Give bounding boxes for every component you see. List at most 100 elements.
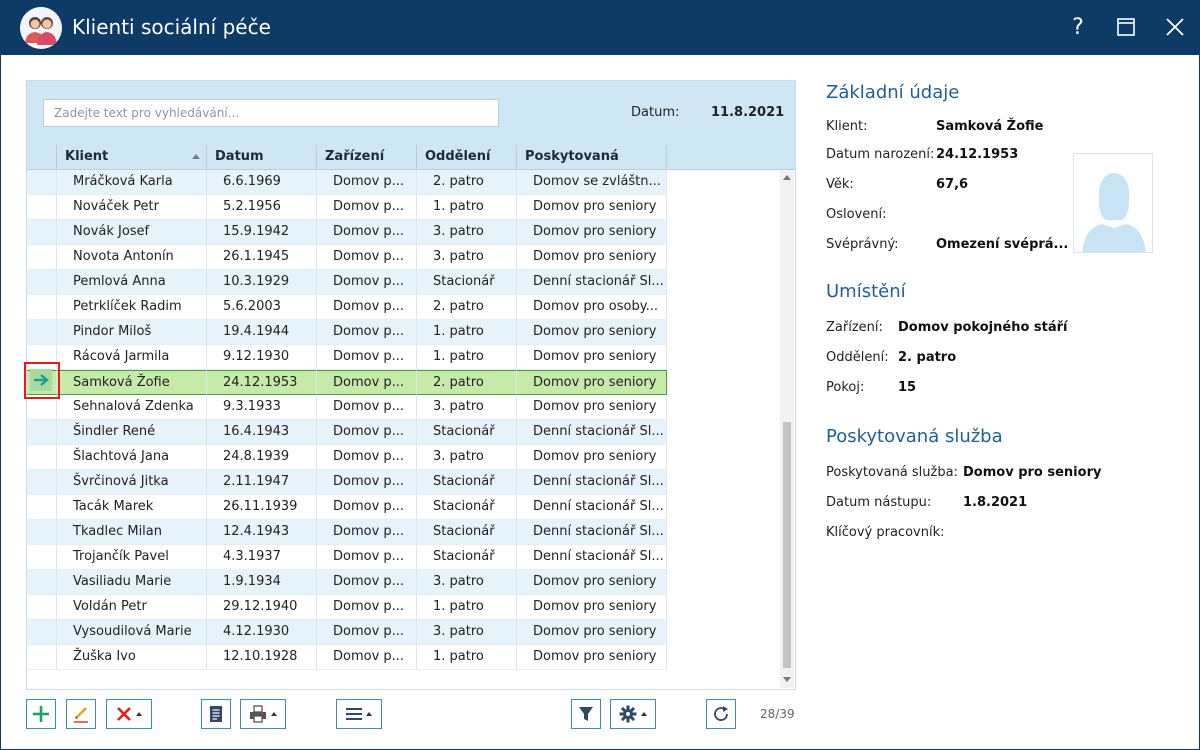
cell-birth-date: 5.2.1956: [207, 195, 317, 220]
row-indicator-cell[interactable]: [27, 320, 57, 345]
refresh-button[interactable]: [706, 699, 736, 729]
table-row[interactable]: Pindor Miloš 19.4.1944 Domov p... 1. patro D…: [27, 320, 667, 345]
cell-birth-date: 16.4.1943: [207, 420, 317, 445]
column-header-birth-date[interactable]: Datum naroz...: [207, 145, 317, 188]
row-indicator-cell[interactable]: [27, 545, 57, 570]
table-row[interactable]: Šindler René 16.4.1943 Domov p... Stacionář…: [27, 420, 667, 445]
cell-department: 3. patro: [417, 245, 517, 270]
cell-birth-date: 12.10.1928: [207, 645, 317, 670]
service-value: Domov pro seniory: [963, 465, 1102, 480]
table-row[interactable]: Mráčková Karla 6.6.1969 Domov p... 2. patro…: [27, 170, 667, 195]
column-header-service[interactable]: Poskytovaná služba: [517, 145, 667, 188]
row-indicator-cell[interactable]: [27, 495, 57, 520]
cell-facility: Domov p...: [317, 445, 417, 470]
cell-department: Stacionář: [417, 495, 517, 520]
client-grid-panel: Datum: 11.8.2021 Klient Datum naroz... Z…: [26, 80, 796, 690]
search-bar: Datum: 11.8.2021: [27, 81, 795, 145]
cell-client: Žuška Ivo: [57, 645, 207, 670]
table-row[interactable]: Tacák Marek 26.11.1939 Domov p... Stacionář…: [27, 495, 667, 520]
row-indicator-cell[interactable]: [27, 295, 57, 320]
row-indicator-cell[interactable]: [27, 420, 57, 445]
add-button[interactable]: [26, 699, 56, 729]
cell-department: 3. patro: [417, 570, 517, 595]
scroll-up-icon[interactable]: [780, 172, 794, 182]
cell-facility: Domov p...: [317, 620, 417, 645]
delete-button[interactable]: [106, 699, 152, 729]
table-row[interactable]: Sehnalová Zdenka 9.3.1933 Domov p... 3. pat…: [27, 395, 667, 420]
row-indicator-cell[interactable]: [27, 595, 57, 620]
cell-service: Domov pro seniory: [517, 645, 667, 670]
client-label: Klient:: [826, 119, 868, 134]
help-button[interactable]: ?: [1063, 12, 1093, 42]
table-row[interactable]: Vysoudilová Marie 4.12.1930 Domov p... 3. p…: [27, 620, 667, 645]
filter-icon: [579, 707, 593, 721]
row-indicator-cell[interactable]: [27, 620, 57, 645]
document-button[interactable]: [201, 699, 231, 729]
cell-birth-date: 1.9.1934: [207, 570, 317, 595]
cell-department: 2. patro: [417, 295, 517, 320]
scroll-thumb[interactable]: [783, 422, 791, 668]
section-title-basic: Základní údaje: [826, 82, 960, 103]
row-indicator-cell[interactable]: [27, 270, 57, 295]
close-button[interactable]: [1160, 12, 1190, 42]
table-row-selected[interactable]: Samková Žofie 24.12.1953 Domov p... 2. patr…: [27, 370, 667, 395]
section-title-service: Poskytovaná služba: [826, 426, 1003, 447]
table-row[interactable]: Žuška Ivo 12.10.1928 Domov p... 1. patro Dom…: [27, 645, 667, 670]
delete-icon: [117, 707, 131, 721]
client-photo-placeholder: [1073, 153, 1153, 253]
table-row[interactable]: Rácová Jarmila 9.12.1930 Domov p... 1. patr…: [27, 345, 667, 370]
cell-client: Petrklíček Radim: [57, 295, 207, 320]
table-row[interactable]: Nováček Petr 5.2.1956 Domov p... 1. patro Do…: [27, 195, 667, 220]
service-label: Poskytovaná služba:: [826, 465, 958, 480]
cell-facility: Domov p...: [317, 595, 417, 620]
scroll-down-icon[interactable]: [780, 674, 794, 684]
print-button[interactable]: [240, 699, 286, 729]
column-header-label: Zařízení: [325, 149, 385, 164]
table-row[interactable]: Trojančík Pavel 4.3.1937 Domov p... Stacion…: [27, 545, 667, 570]
maximize-button[interactable]: [1111, 12, 1141, 42]
cell-service: Domov pro seniory: [517, 220, 667, 245]
row-indicator-cell[interactable]: [27, 195, 57, 220]
table-row[interactable]: Novák Josef 15.9.1942 Domov p... 3. patro Do…: [27, 220, 667, 245]
filter-button[interactable]: [571, 699, 601, 729]
row-indicator-cell[interactable]: [27, 645, 57, 670]
record-counter: 28/39: [760, 707, 795, 721]
table-row[interactable]: Šlachtová Jana 24.8.1939 Domov p... 3. patr…: [27, 445, 667, 470]
chevron-up-icon: [366, 712, 372, 716]
add-icon: [33, 706, 49, 722]
cell-birth-date: 6.6.1969: [207, 170, 317, 195]
grid-scrollbar[interactable]: [780, 170, 794, 688]
table-row[interactable]: Novota Antonín 26.1.1945 Domov p... 3. patr…: [27, 245, 667, 270]
table-row[interactable]: Tkadlec Milan 12.4.1943 Domov p... Stacioná…: [27, 520, 667, 545]
settings-button[interactable]: [610, 699, 656, 729]
table-row[interactable]: Švrčinová Jitka 2.11.1947 Domov p... Stacio…: [27, 470, 667, 495]
cell-facility: Domov p...: [317, 295, 417, 320]
row-indicator-cell[interactable]: [27, 245, 57, 270]
cell-facility: Domov p...: [317, 245, 417, 270]
row-indicator-cell[interactable]: [27, 520, 57, 545]
column-header-facility[interactable]: Zařízení: [317, 145, 417, 170]
cell-department: 2. patro: [417, 170, 517, 195]
table-row[interactable]: Vasiliadu Marie 1.9.1934 Domov p... 3. patr…: [27, 570, 667, 595]
row-indicator-cell[interactable]: [27, 470, 57, 495]
cell-birth-date: 2.11.1947: [207, 470, 317, 495]
row-indicator-cell[interactable]: [27, 445, 57, 470]
cell-service: Domov pro seniory: [517, 570, 667, 595]
column-header-department[interactable]: Oddělení: [417, 145, 517, 170]
cell-service: Domov pro seniory: [517, 370, 667, 395]
header-indicator-cell: [27, 145, 57, 170]
facility-label: Zařízení:: [826, 320, 883, 335]
table-row[interactable]: Voldán Petr 29.12.1940 Domov p... 1. patro D…: [27, 595, 667, 620]
table-row[interactable]: Pemlová Anna 10.3.1929 Domov p... Stacionář…: [27, 270, 667, 295]
cell-client: Tacák Marek: [57, 495, 207, 520]
row-indicator-cell[interactable]: [27, 570, 57, 595]
edit-button[interactable]: [66, 699, 96, 729]
cell-service: Domov pro seniory: [517, 345, 667, 370]
cell-department: Stacionář: [417, 420, 517, 445]
search-input[interactable]: [43, 99, 499, 127]
column-header-client[interactable]: Klient: [57, 145, 207, 170]
table-row[interactable]: Petrklíček Radim 5.6.2003 Domov p... 2. pat…: [27, 295, 667, 320]
menu-button[interactable]: [336, 699, 382, 729]
row-indicator-cell[interactable]: [27, 220, 57, 245]
row-indicator-cell[interactable]: [27, 170, 57, 195]
